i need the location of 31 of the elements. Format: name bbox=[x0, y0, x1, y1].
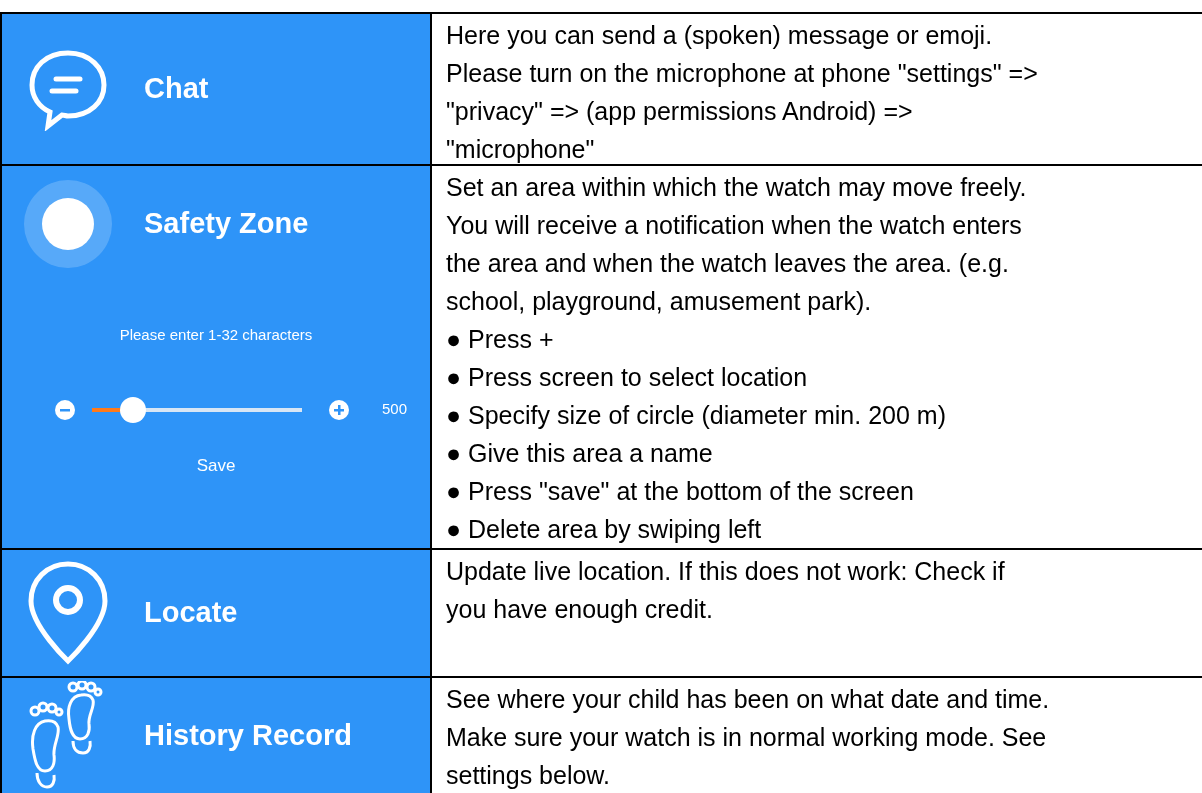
slider-thumb[interactable] bbox=[119, 396, 146, 423]
location-pin-icon bbox=[26, 560, 110, 666]
description-line: ● Press "save" at the bottom of the screen bbox=[446, 476, 915, 507]
description-line: "privacy" => (app permissions Android) => bbox=[446, 96, 914, 127]
description-line: the area and when the watch leaves the area. (e.g. bbox=[446, 248, 1010, 279]
description-line: ● Give this area a name bbox=[446, 438, 714, 469]
save-button[interactable]: Save bbox=[196, 452, 236, 478]
slider-value: 500 bbox=[382, 399, 408, 420]
feature-label: Safety Zone bbox=[144, 206, 309, 242]
description-line: See where your child has been on what date and time. bbox=[446, 684, 1051, 715]
description-line: ● Press + bbox=[446, 324, 555, 355]
description-line: settings below. bbox=[446, 760, 611, 791]
plus-icon[interactable] bbox=[328, 398, 350, 421]
description-line: "microphone" bbox=[446, 134, 596, 165]
description-line: Update live location. If this does not work: Check if bbox=[446, 556, 1006, 587]
minus-icon[interactable] bbox=[54, 398, 76, 421]
description-line: Please turn on the microphone at phone "settings" => bbox=[446, 58, 1039, 89]
hint-text: Please enter 1-32 characters bbox=[119, 325, 313, 345]
circle-icon bbox=[23, 179, 113, 269]
description-line: Set an area within which the watch may move freely. bbox=[446, 172, 1028, 203]
feature-label: History Record bbox=[144, 718, 352, 754]
description-line: school, playground, amusement park). bbox=[446, 286, 873, 317]
description-line: ● Delete area by swiping left bbox=[446, 514, 763, 545]
description-line: You will receive a notification when the watch enters bbox=[446, 210, 1023, 241]
description-line: Here you can send a (spoken) message or emoji. bbox=[446, 20, 994, 51]
feature-label: Chat bbox=[144, 71, 209, 107]
description-line: Make sure your watch is in normal working mode. See bbox=[446, 722, 1048, 753]
description-line: ● Specify size of circle (diameter min. 200 m) bbox=[446, 400, 947, 431]
feature-label: Locate bbox=[144, 595, 238, 631]
description-line: you have enough credit. bbox=[446, 594, 714, 625]
description-line: ● Press screen to select location bbox=[446, 362, 809, 393]
